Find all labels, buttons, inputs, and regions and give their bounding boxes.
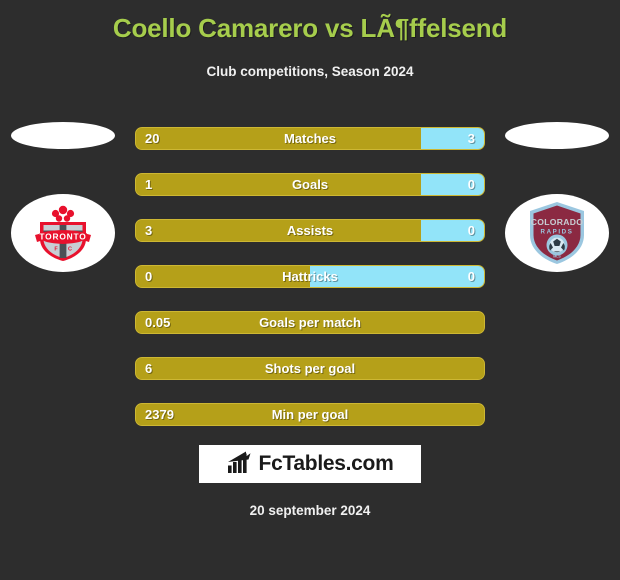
away-bar: 3	[421, 128, 484, 149]
home-bar: 3	[136, 220, 422, 241]
page-subtitle: Club competitions, Season 2024	[206, 64, 414, 79]
home-value: 20	[145, 131, 160, 146]
away-value: 0	[467, 177, 475, 192]
home-bar: 2379	[136, 404, 484, 425]
away-team-panel: COLORADO RAPIDS MLS	[505, 122, 609, 272]
away-bar: 0	[310, 266, 484, 287]
home-value: 1	[145, 177, 153, 192]
stat-row[interactable]: 0 0 Hattricks	[135, 265, 485, 288]
colorado-rapids-crest: COLORADO RAPIDS MLS	[528, 201, 586, 265]
stat-row[interactable]: 20 3 Matches	[135, 127, 485, 150]
stat-row[interactable]: 1 0 Goals	[135, 173, 485, 196]
toronto-fc-crest: TORONTO F C	[30, 203, 96, 263]
stats-comparison-chart: 20 3 Matches 1 0 Goals 3 0 Assists 0 0 H…	[135, 127, 485, 449]
stat-row[interactable]: 2379 Min per goal	[135, 403, 485, 426]
home-value: 3	[145, 223, 153, 238]
bar-chart-growth-icon	[227, 450, 253, 479]
brand-name: FcTables.com	[258, 452, 394, 475]
home-bar: 0	[136, 266, 310, 287]
away-team-crest-disc[interactable]: COLORADO RAPIDS MLS	[505, 194, 609, 272]
home-team-name-plate	[11, 122, 115, 149]
page-title: Coello Camarero vs LÃ¶ffelsend	[112, 13, 508, 43]
fctables-logo[interactable]: FcTables.com	[199, 445, 421, 483]
home-bar: 0.05	[136, 312, 484, 333]
away-value: 3	[467, 131, 475, 146]
home-value: 0.05	[145, 315, 171, 330]
home-value: 0	[145, 269, 153, 284]
footer-date: 20 september 2024	[249, 503, 371, 518]
away-value: 0	[467, 269, 475, 284]
stat-row[interactable]: 3 0 Assists	[135, 219, 485, 242]
svg-text:RAPIDS: RAPIDS	[541, 229, 574, 236]
away-bar: 0	[421, 174, 484, 195]
stat-row[interactable]: 0.05 Goals per match	[135, 311, 485, 334]
away-bar: 0	[421, 220, 484, 241]
svg-text:MLS: MLS	[553, 255, 561, 259]
svg-text:COLORADO: COLORADO	[531, 217, 584, 227]
svg-text:C: C	[68, 247, 72, 253]
stat-row[interactable]: 6 Shots per goal	[135, 357, 485, 380]
home-team-crest-disc[interactable]: TORONTO F C	[11, 194, 115, 272]
home-value: 6	[145, 361, 153, 376]
away-value: 0	[467, 223, 475, 238]
home-bar: 6	[136, 358, 484, 379]
home-bar: 1	[136, 174, 422, 195]
home-bar: 20	[136, 128, 422, 149]
home-value: 2379	[145, 407, 174, 422]
svg-text:TORONTO: TORONTO	[39, 232, 86, 242]
away-team-name-plate	[505, 122, 609, 149]
home-team-panel: TORONTO F C	[11, 122, 115, 272]
